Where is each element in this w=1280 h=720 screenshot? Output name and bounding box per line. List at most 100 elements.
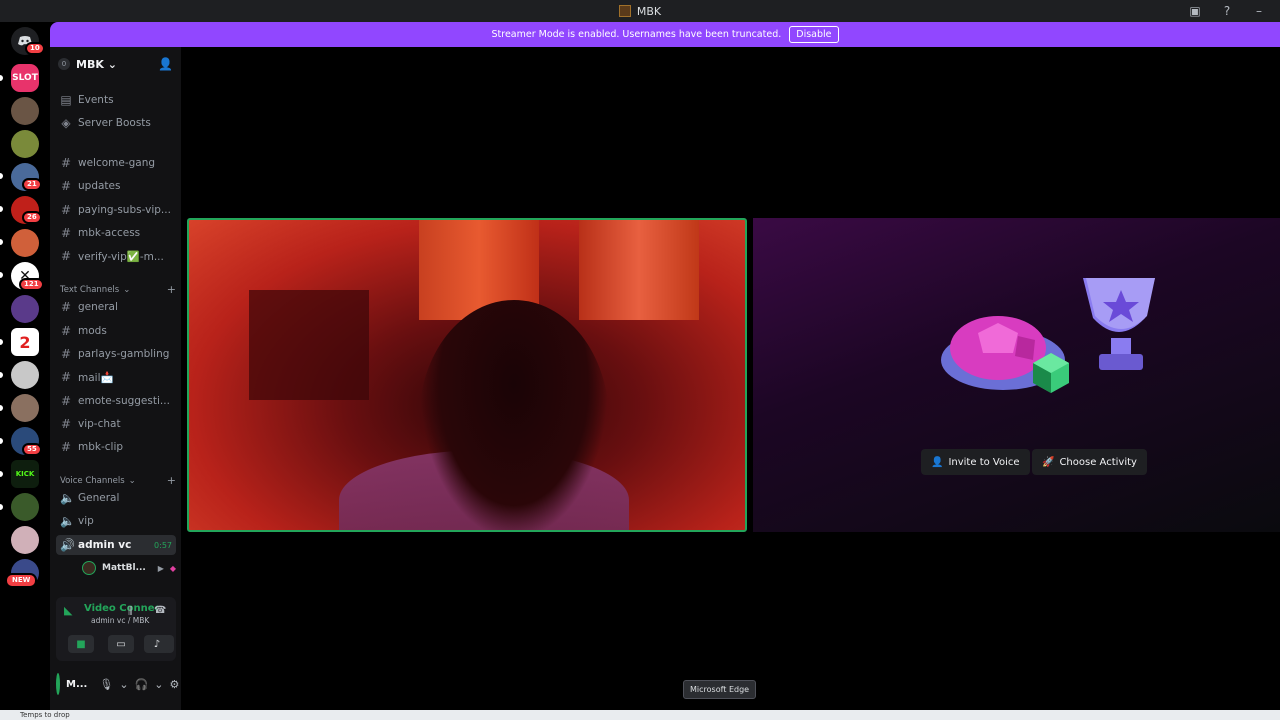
chevron-down-icon: ⌄ (123, 284, 131, 295)
dm-badge: 10 (25, 42, 45, 55)
video-tile[interactable] (187, 218, 747, 532)
avatar (82, 561, 96, 575)
channel-item[interactable]: # mail📩 (56, 367, 176, 387)
screen-share-button[interactable]: ▭ (108, 635, 134, 653)
help-icon[interactable]: ? (1218, 4, 1236, 18)
headphones-icon[interactable]: 🎧 (135, 678, 149, 691)
username[interactable]: M... (66, 679, 87, 690)
server-icon[interactable] (11, 97, 39, 125)
disconnect-icon[interactable]: ☎ (154, 605, 166, 616)
channel-item[interactable]: # emote-suggesti... (56, 391, 176, 411)
activity-illustration-icon (941, 278, 1155, 393)
voice-status[interactable]: Video Connected (84, 603, 158, 614)
sidebar-item-events[interactable]: ▤ Events (56, 90, 176, 110)
banner-text: Streamer Mode is enabled. Usernames have… (491, 29, 782, 40)
app-icon (618, 5, 631, 17)
server-icon[interactable] (11, 361, 39, 389)
hashtag-icon: # (60, 226, 72, 240)
hashtag-icon: # (60, 203, 72, 217)
inbox-icon[interactable]: ▣ (1186, 4, 1204, 18)
window-titlebar: MBK ▣ ? – (0, 0, 1280, 22)
server-icon-slot[interactable]: SLOT (11, 64, 39, 92)
hashtag-icon: # (60, 394, 72, 408)
chevron-down-icon[interactable]: ⌄ (119, 678, 128, 691)
hashtag-icon: # (60, 300, 72, 314)
invite-to-voice-button[interactable]: 👤 Invite to Voice (921, 449, 1030, 475)
sidebar-item-server-boosts[interactable]: ◈ Server Boosts (56, 113, 176, 133)
hashtag-icon: # (60, 347, 72, 361)
chevron-down-icon: ⌄ (128, 475, 136, 486)
video-subject (419, 300, 609, 530)
hashtag-icon: # (60, 249, 72, 263)
user-panel: M... 🎙 ⌄ 🎧 ⌄ ⚙ (50, 667, 181, 701)
channel-item[interactable]: # paying-subs-vip... (56, 200, 176, 220)
voice-channel-item[interactable]: 🔈 vip (56, 511, 176, 531)
server-icon[interactable] (11, 526, 39, 554)
channel-item[interactable]: # mbk-access (56, 223, 176, 243)
category-text-channels[interactable]: Text Channels ⌄ + (60, 283, 176, 296)
server-badge: 21 (22, 178, 42, 191)
server-badge-icon: 0 (58, 58, 70, 70)
activity-tile: 👤 Invite to Voice 🚀 Choose Activity (753, 218, 1280, 532)
server-icon[interactable] (11, 229, 39, 257)
channel-item[interactable]: # verify-vip✅-m... (56, 246, 176, 266)
unread-pill (0, 372, 3, 378)
unread-pill (0, 173, 3, 179)
camera-button[interactable]: ■ (68, 635, 94, 653)
unread-pill (0, 272, 3, 278)
video-background (249, 290, 369, 400)
soundboard-button[interactable]: ♪ (144, 635, 170, 653)
speaker-icon: 🔈 (60, 514, 75, 528)
server-icon[interactable] (11, 394, 39, 422)
server-icon[interactable] (11, 295, 39, 323)
os-taskbar: Temps to drop (0, 710, 1280, 720)
voice-channel-item[interactable]: 🔈 General (56, 488, 176, 508)
voice-location[interactable]: admin vc / MBK (91, 616, 149, 625)
add-user-icon: 👤 (931, 456, 944, 468)
add-channel-icon[interactable]: + (167, 283, 176, 296)
channel-item[interactable]: # general (56, 297, 176, 317)
new-badge: NEW (5, 573, 38, 588)
hashtag-icon: # (60, 179, 72, 193)
server-icon[interactable] (11, 493, 39, 521)
channel-item[interactable]: # mbk-clip (56, 437, 176, 457)
category-voice-channels[interactable]: Voice Channels ⌄ + (60, 474, 176, 487)
voice-channel-item-active[interactable]: 🔊 admin vc 0:57 (56, 535, 176, 555)
server-header[interactable]: 0 MBK ⌄ 👤 (50, 47, 181, 81)
channel-item[interactable]: # mods (56, 321, 176, 341)
hashtag-icon: # (60, 324, 72, 338)
chevron-down-icon[interactable]: ⌄ (154, 678, 163, 691)
rocket-icon: 🚀 (1042, 456, 1055, 468)
hashtag-icon: # (60, 370, 72, 384)
unread-pill (0, 504, 3, 510)
streamer-mode-banner: Streamer Mode is enabled. Usernames have… (50, 22, 1280, 47)
hashtag-icon: # (60, 417, 72, 431)
voice-user-item[interactable]: MattBl... ▶ ◆ (78, 558, 176, 578)
server-icon[interactable] (11, 130, 39, 158)
unread-pill (0, 75, 3, 81)
disable-button[interactable]: Disable (789, 26, 839, 43)
channel-item[interactable]: # welcome-gang (56, 153, 176, 173)
gear-icon[interactable]: ⚙ (169, 678, 179, 691)
avatar[interactable] (56, 673, 60, 695)
add-channel-icon[interactable]: + (167, 474, 176, 487)
window-title-text: MBK (636, 4, 662, 18)
minimize-button[interactable]: – (1250, 4, 1268, 18)
choose-activity-button[interactable]: 🚀 Choose Activity (1032, 449, 1147, 475)
channel-item[interactable]: # parlays-gambling (56, 344, 176, 364)
server-badge: 55 (22, 443, 42, 456)
channel-item[interactable]: # updates (56, 176, 176, 196)
voice-timer: 0:57 (154, 540, 172, 550)
invite-people-icon[interactable]: 👤 (158, 57, 173, 71)
hashtag-icon: # (60, 440, 72, 454)
microphone-icon[interactable]: 🎙 (99, 678, 113, 691)
speaker-icon: 🔈 (60, 491, 75, 505)
channel-item[interactable]: # vip-chat (56, 414, 176, 434)
noise-suppression-icon[interactable]: ⫼ (128, 606, 133, 617)
server-icon-2[interactable]: 2 (11, 328, 39, 356)
weather-widget[interactable]: Temps to drop (20, 711, 70, 719)
unread-pill (0, 471, 3, 477)
server-icon-kick[interactable]: KICK (11, 460, 39, 488)
server-badge: 26 (22, 211, 42, 224)
unread-pill (0, 239, 3, 245)
